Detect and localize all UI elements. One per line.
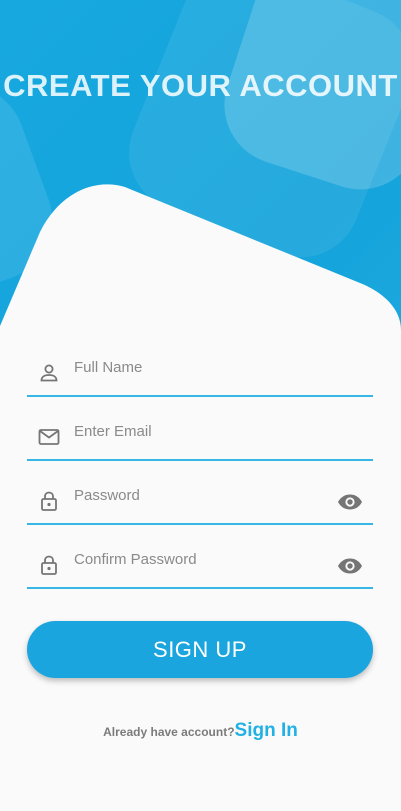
eye-icon[interactable] (337, 554, 363, 578)
signup-button[interactable]: SIGN UP (27, 621, 373, 678)
email-input[interactable]: Enter Email (74, 423, 152, 440)
signup-form: Full Name Enter Email Password Confirm P… (27, 345, 373, 601)
signin-prompt: Already have account?Sign In (0, 720, 401, 742)
person-icon (40, 364, 58, 382)
password-input[interactable]: Password (74, 487, 140, 504)
email-field[interactable]: Enter Email (27, 409, 373, 461)
have-account-text: Already have account? (103, 725, 235, 739)
full-name-field[interactable]: Full Name (27, 345, 373, 397)
full-name-input[interactable]: Full Name (74, 359, 142, 376)
lock-icon (41, 555, 57, 575)
signin-link[interactable]: Sign In (235, 720, 298, 741)
mail-icon (38, 429, 60, 445)
password-field[interactable]: Password (27, 473, 373, 525)
confirm-password-field[interactable]: Confirm Password (27, 537, 373, 589)
eye-icon[interactable] (337, 490, 363, 514)
lock-icon (41, 491, 57, 511)
confirm-password-input[interactable]: Confirm Password (74, 551, 197, 568)
